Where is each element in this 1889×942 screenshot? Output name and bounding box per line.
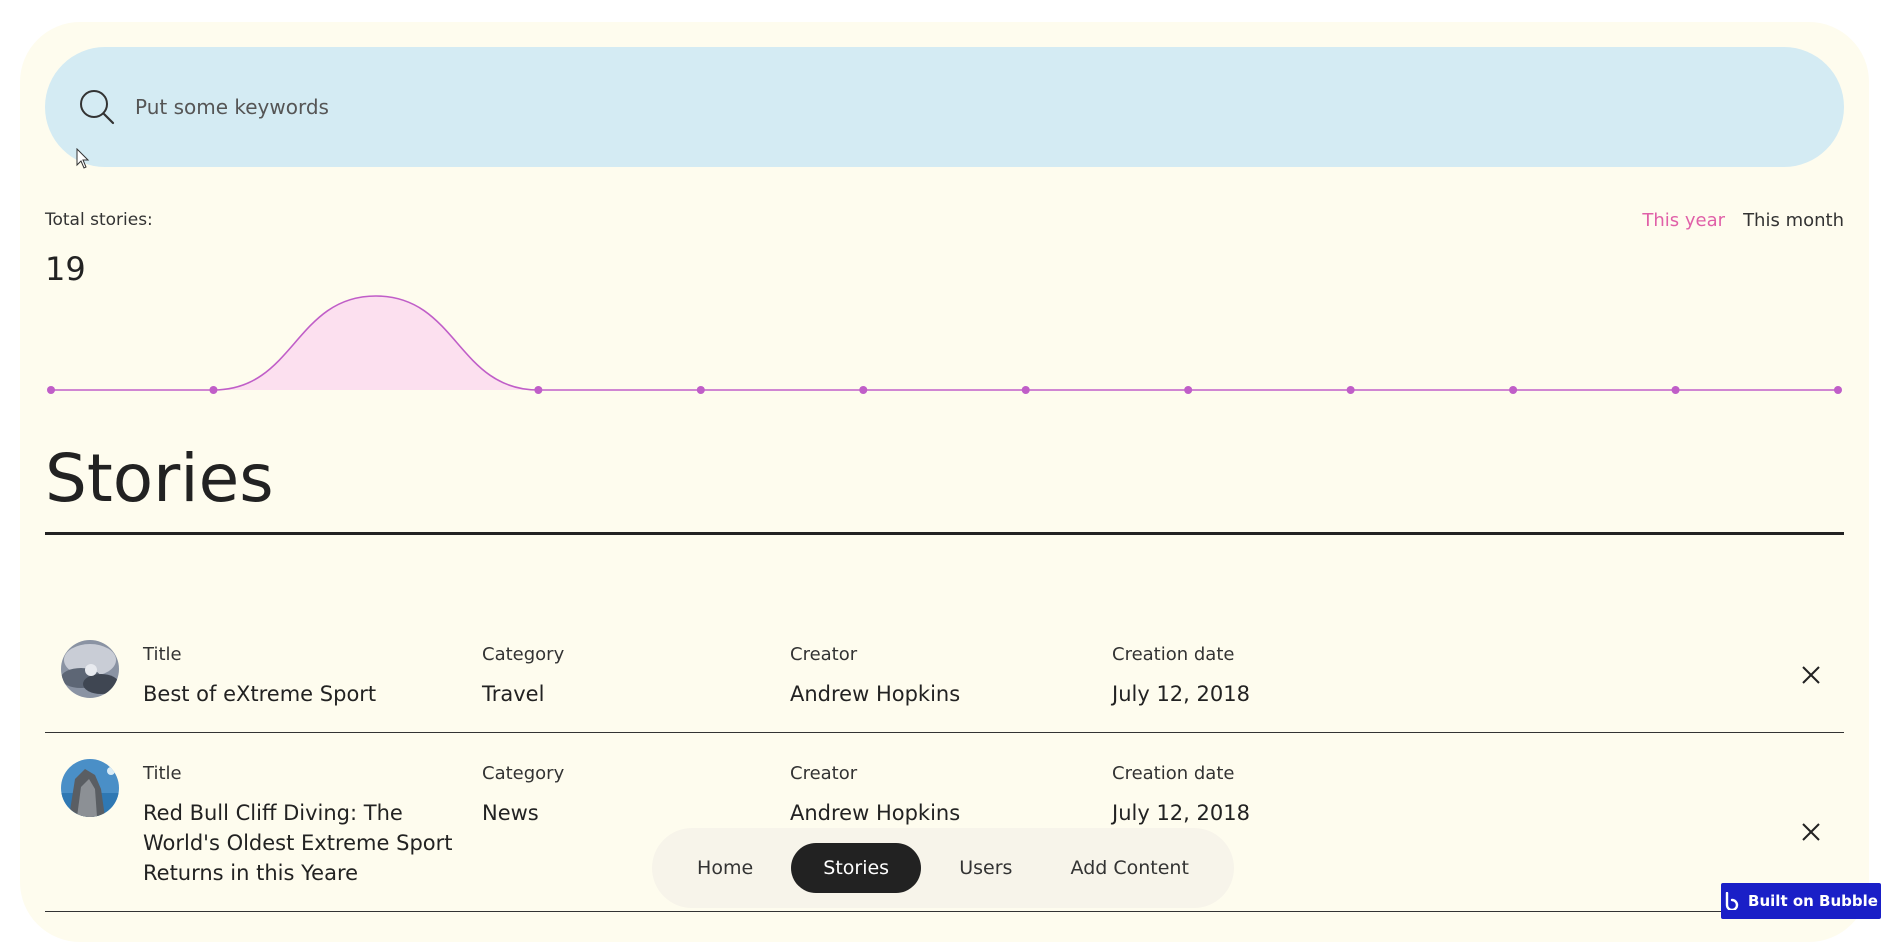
category-label: Category bbox=[482, 763, 565, 784]
creator-label: Creator bbox=[790, 763, 858, 784]
chart-point bbox=[696, 386, 705, 394]
bubble-logo-icon bbox=[1725, 892, 1739, 910]
chart-point bbox=[859, 386, 868, 394]
chart-point bbox=[1021, 386, 1030, 394]
story-creator: Andrew Hopkins bbox=[790, 682, 961, 706]
category-label: Category bbox=[482, 644, 565, 665]
nav-home[interactable]: Home bbox=[677, 843, 773, 893]
date-label: Creation date bbox=[1112, 644, 1235, 665]
bottom-nav: Home Stories Users Add Content bbox=[652, 828, 1234, 908]
range-switch: This year This month bbox=[1642, 210, 1844, 231]
table-row[interactable]: Title Best of eXtreme Sport Category Tra… bbox=[45, 640, 1844, 733]
nav-users[interactable]: Users bbox=[939, 843, 1032, 893]
title-label: Title bbox=[143, 644, 182, 665]
chart-point bbox=[1346, 386, 1355, 394]
chart-point bbox=[47, 386, 55, 394]
story-title: Best of eXtreme Sport bbox=[143, 682, 377, 706]
story-date: July 12, 2018 bbox=[1112, 682, 1250, 706]
heading-divider bbox=[45, 532, 1844, 535]
chart-point bbox=[1671, 386, 1680, 394]
chart-point bbox=[1184, 386, 1193, 394]
range-this-year[interactable]: This year bbox=[1642, 210, 1725, 231]
mouse-cursor-icon bbox=[76, 148, 90, 169]
search-input[interactable] bbox=[133, 94, 1737, 120]
story-title: Red Bull Cliff Diving: The World's Oldes… bbox=[143, 801, 453, 885]
story-category: News bbox=[482, 801, 539, 825]
story-thumbnail bbox=[61, 640, 119, 698]
title-label: Title bbox=[143, 763, 182, 784]
stories-chart bbox=[47, 295, 1842, 394]
page-title: Stories bbox=[45, 440, 274, 517]
range-this-month[interactable]: This month bbox=[1743, 210, 1844, 231]
badge-label: Built on Bubble bbox=[1748, 892, 1878, 910]
story-date: July 12, 2018 bbox=[1112, 801, 1250, 825]
chart-point bbox=[1509, 386, 1518, 394]
story-creator: Andrew Hopkins bbox=[790, 801, 961, 825]
built-on-bubble-badge[interactable]: Built on Bubble bbox=[1721, 883, 1881, 919]
nav-stories[interactable]: Stories bbox=[791, 843, 922, 893]
date-label: Creation date bbox=[1112, 763, 1235, 784]
delete-icon[interactable] bbox=[1800, 821, 1822, 843]
chart-point bbox=[534, 386, 543, 394]
total-stories-label: Total stories: bbox=[45, 210, 153, 230]
chart-point bbox=[209, 386, 218, 394]
nav-add-content[interactable]: Add Content bbox=[1051, 843, 1209, 893]
story-category: Travel bbox=[482, 682, 545, 706]
creator-label: Creator bbox=[790, 644, 858, 665]
search-bar[interactable] bbox=[45, 47, 1844, 167]
search-icon bbox=[80, 90, 115, 125]
delete-icon[interactable] bbox=[1800, 664, 1822, 686]
chart-area bbox=[51, 296, 1838, 390]
story-thumbnail bbox=[61, 759, 119, 817]
chart-point bbox=[1834, 386, 1842, 394]
